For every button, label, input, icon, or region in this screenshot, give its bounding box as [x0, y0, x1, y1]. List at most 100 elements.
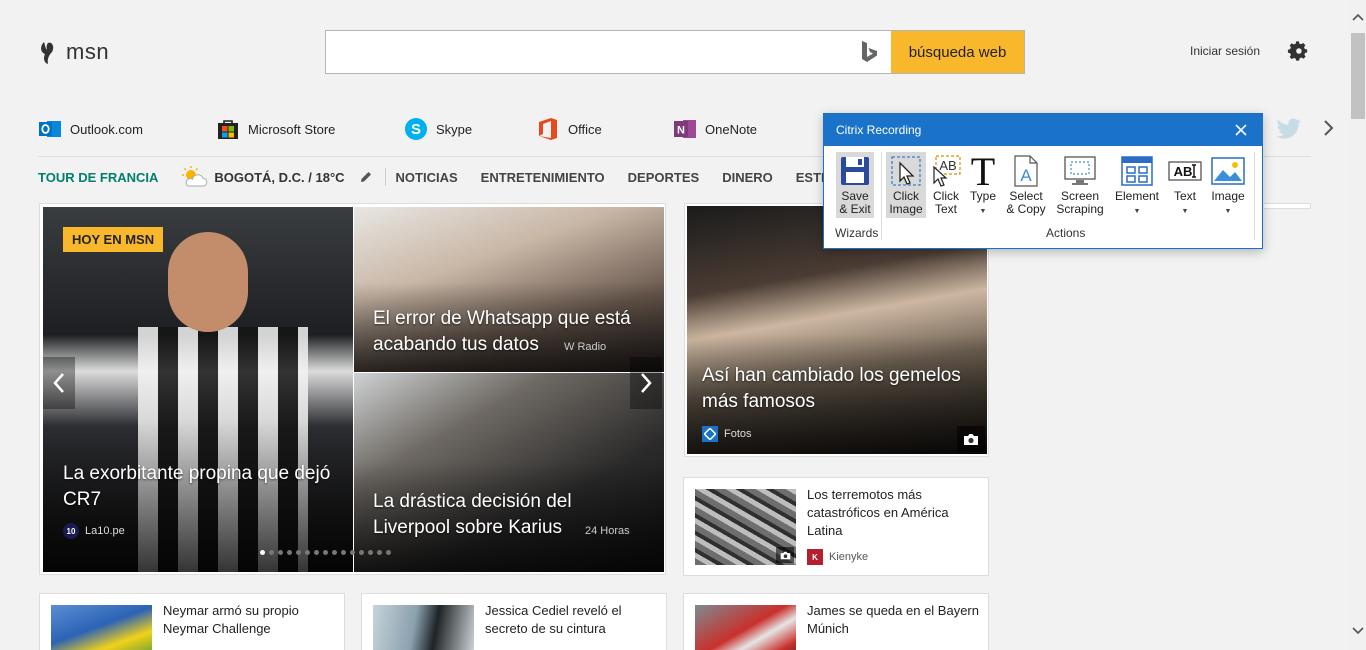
chevron-right-icon[interactable] — [1320, 118, 1336, 138]
pencil-icon[interactable] — [359, 170, 373, 184]
carousel-prev-button[interactable] — [43, 357, 75, 409]
partly-sunny-icon — [182, 166, 208, 187]
app-label: Office — [568, 121, 602, 137]
hero-carousel: HOY EN MSN La exorbitante propina que de… — [39, 203, 666, 575]
scrollbar-thumb[interactable] — [1351, 33, 1365, 119]
hero-main-story[interactable]: HOY EN MSN La exorbitante propina que de… — [43, 207, 353, 572]
carousel-dot[interactable] — [341, 550, 346, 555]
twitter-icon[interactable] — [1276, 117, 1302, 141]
dropdown-caret-icon: ▼ — [1181, 208, 1189, 215]
hero-main-photo-subject — [168, 232, 248, 332]
text-button[interactable]: AB Text ▼ — [1166, 152, 1204, 222]
carousel-dot[interactable] — [350, 550, 355, 555]
carousel-dots — [260, 550, 391, 555]
camera-icon — [776, 547, 794, 563]
carousel-dot[interactable] — [359, 550, 364, 555]
hero-bottom-title[interactable]: La drástica decisión del Liverpool sobre… — [373, 489, 593, 541]
select-copy-button[interactable]: A Select & Copy — [1004, 152, 1048, 218]
app-label: Skype — [436, 121, 473, 137]
carousel-dot[interactable] — [332, 550, 337, 555]
citrix-titlebar[interactable]: Citrix Recording — [824, 114, 1262, 146]
bing-icon[interactable] — [847, 31, 891, 73]
nav-item-deportes[interactable]: DEPORTES — [628, 170, 700, 185]
nav-item-noticias[interactable]: NOTICIAS — [396, 170, 458, 185]
hero-main-title[interactable]: La exorbitante propina que dejó CR7 — [63, 461, 333, 513]
nav-item-entretenimiento[interactable]: ENTRETENIMIENTO — [481, 170, 605, 185]
msn-logo[interactable]: msn — [38, 38, 109, 66]
type-label: Type — [969, 189, 996, 203]
close-icon[interactable] — [1234, 123, 1248, 137]
web-search-button[interactable]: búsqueda web — [891, 31, 1024, 73]
cediel-title[interactable]: Jessica Cediel reveló el secreto de su c… — [485, 602, 660, 638]
scroll-up-icon[interactable] — [1352, 12, 1364, 22]
story-card-james[interactable]: James se queda en el Bayern Múnich — [683, 593, 989, 650]
carousel-next-button[interactable] — [630, 357, 662, 409]
app-link-microsoft-store[interactable]: Microsoft Store — [216, 115, 335, 143]
screen-scraping-button[interactable]: Screen Scraping — [1052, 152, 1108, 222]
weather-widget[interactable]: BOGOTÁ, D.C. / 18°C — [180, 166, 372, 188]
hero-bottom-story[interactable]: La drástica decisión del Liverpool sobre… — [354, 373, 664, 572]
click-image-button[interactable]: Click Image — [886, 152, 926, 218]
nav-item-dinero[interactable]: DINERO — [722, 170, 773, 185]
text-label: Text — [1173, 189, 1196, 203]
citrix-recording-window: Citrix Recording Save & Exit Click Image… — [823, 113, 1263, 249]
store-icon — [216, 117, 240, 141]
side-panel-edge — [1264, 203, 1311, 209]
carousel-dot[interactable] — [269, 550, 274, 555]
scroll-down-icon[interactable] — [1352, 626, 1364, 636]
carousel-dot[interactable] — [296, 550, 301, 555]
carousel-dot[interactable] — [278, 550, 283, 555]
type-button[interactable]: T Type ▼ — [966, 152, 1000, 222]
carousel-dot[interactable] — [377, 550, 382, 555]
today-badge: HOY EN MSN — [63, 227, 164, 252]
search-bar: búsqueda web — [325, 30, 1025, 74]
carousel-dot[interactable] — [368, 550, 373, 555]
carousel-dot[interactable] — [386, 550, 391, 555]
james-title[interactable]: James se queda en el Bayern Múnich — [807, 602, 982, 638]
james-photo — [695, 605, 796, 650]
story-card-cediel[interactable]: Jessica Cediel reveló el secreto de su c… — [361, 593, 667, 650]
image-button[interactable]: Image ▼ — [1208, 152, 1248, 222]
app-link-skype[interactable]: S Skype — [404, 115, 472, 143]
carousel-dot[interactable] — [287, 550, 292, 555]
save-exit-button[interactable]: Save & Exit — [836, 152, 874, 218]
story-card-neymar[interactable]: Neymar armó su propio Neymar Challenge — [39, 593, 345, 650]
nav-tour-de-francia[interactable]: TOUR DE FRANCIA — [38, 170, 158, 185]
onenote-icon: N — [673, 117, 697, 141]
click-text-label: Click Text — [933, 189, 959, 216]
hero-main-source: 10 La10.pe — [63, 523, 125, 539]
carousel-dot[interactable] — [260, 550, 265, 555]
group-separator — [881, 152, 882, 240]
svg-text:AB: AB — [939, 158, 956, 173]
twins-title[interactable]: Así han cambiado los gemelos más famosos — [702, 363, 982, 415]
neymar-title[interactable]: Neymar armó su propio Neymar Challenge — [163, 602, 338, 638]
app-link-onenote[interactable]: N OneNote — [673, 115, 757, 143]
screen-scraping-icon — [1062, 152, 1098, 190]
earthquakes-title[interactable]: Los terremotos más catastróficos en Amér… — [807, 486, 977, 540]
app-label: Outlook.com — [70, 121, 143, 137]
click-text-button[interactable]: AB Click Text — [928, 152, 964, 218]
source-name: Kienyke — [829, 551, 869, 563]
svg-text:AB: AB — [1174, 164, 1193, 179]
msn-photos-icon — [702, 426, 718, 442]
msn-butterfly-icon — [41, 42, 54, 64]
story-card-earthquakes[interactable]: Los terremotos más catastróficos en Amér… — [683, 477, 989, 576]
neymar-photo — [51, 605, 152, 650]
app-link-outlook[interactable]: Outlook.com — [38, 115, 143, 143]
earthquakes-source: K Kienyke — [807, 549, 868, 565]
outlook-icon — [38, 117, 62, 141]
cediel-photo — [373, 605, 474, 650]
element-button[interactable]: Element ▼ — [1114, 152, 1160, 222]
signin-link[interactable]: Iniciar sesión — [1190, 44, 1260, 58]
source-name: La10.pe — [85, 525, 125, 537]
carousel-dot[interactable] — [323, 550, 328, 555]
group-label-wizards: Wizards — [835, 226, 879, 240]
hero-top-story[interactable]: El error de Whatsapp que está acabando t… — [354, 207, 664, 372]
app-link-office[interactable]: Office — [536, 115, 602, 143]
gear-icon[interactable] — [1287, 40, 1309, 62]
search-input[interactable] — [326, 31, 847, 73]
hero-top-title[interactable]: El error de Whatsapp que está acabando t… — [373, 306, 653, 358]
carousel-dot[interactable] — [314, 550, 319, 555]
carousel-dot[interactable] — [305, 550, 310, 555]
nav-separator — [384, 168, 386, 186]
